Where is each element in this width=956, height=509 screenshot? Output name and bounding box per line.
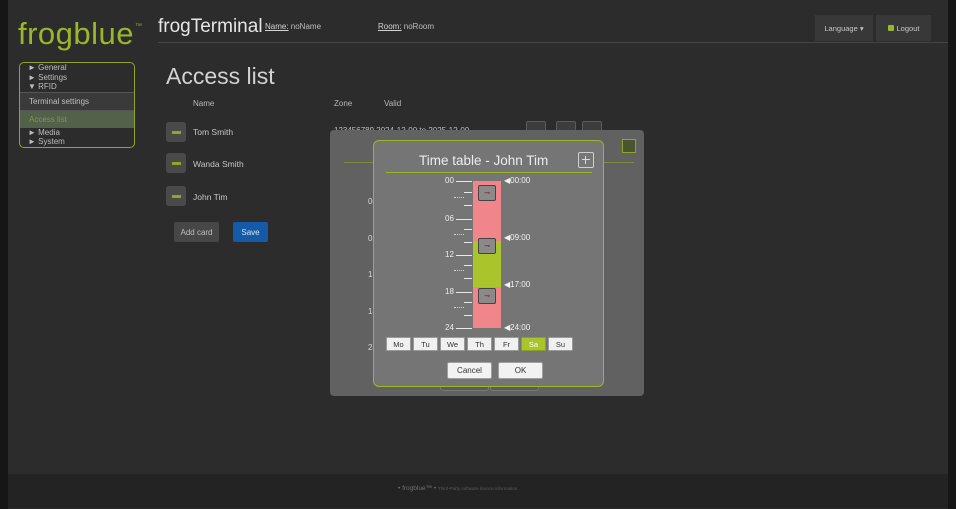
column-header-valid: Valid bbox=[384, 99, 402, 108]
room-label: Room: bbox=[378, 22, 402, 31]
device-room: Room: noRoom bbox=[378, 22, 434, 31]
sidebar-item-rfid[interactable]: ▼ RFID bbox=[20, 82, 134, 92]
column-header-name: Name bbox=[193, 99, 215, 108]
scale-tick bbox=[456, 219, 472, 220]
day-button-th[interactable]: Th bbox=[467, 337, 492, 351]
table-row-name: Tom Smith bbox=[193, 127, 234, 137]
day-button-mo[interactable]: Mo bbox=[386, 337, 411, 351]
name-value: noName bbox=[288, 22, 322, 31]
license-link[interactable]: Third-Party software licence information bbox=[438, 486, 517, 491]
scale-tick bbox=[456, 292, 472, 293]
cancel-button[interactable]: Cancel bbox=[447, 362, 492, 379]
sidebar-item-general[interactable]: ► General bbox=[20, 63, 134, 73]
card-icon[interactable] bbox=[166, 186, 186, 206]
dialog-divider bbox=[386, 172, 592, 173]
time-bar[interactable]: ⊸ ⊸ ⊸ bbox=[473, 181, 501, 328]
close-icon[interactable] bbox=[578, 152, 594, 168]
day-button-sa[interactable]: Sa bbox=[521, 337, 546, 351]
key-icon[interactable]: ⊸ bbox=[478, 185, 496, 201]
scale-dots bbox=[454, 307, 464, 309]
sidebar-item-settings[interactable]: ► Settings bbox=[20, 73, 134, 83]
language-dropdown[interactable]: Language ▾ bbox=[815, 15, 873, 41]
name-label: Name: bbox=[265, 22, 289, 31]
scale-tick bbox=[464, 265, 472, 266]
ok-button[interactable]: OK bbox=[498, 362, 543, 379]
scale-tick bbox=[464, 278, 472, 279]
scale-dots bbox=[454, 197, 464, 199]
lock-icon bbox=[887, 25, 894, 31]
time-marker[interactable]: ◀00:00 bbox=[504, 176, 530, 185]
scale-tick bbox=[456, 255, 472, 256]
add-card-button[interactable]: Add card bbox=[174, 222, 219, 242]
scale-label: 06 bbox=[445, 214, 454, 223]
day-button-su[interactable]: Su bbox=[548, 337, 573, 351]
scale-tick bbox=[456, 181, 472, 182]
device-name: Name: noName bbox=[265, 22, 321, 31]
sidebar-item-terminal-settings[interactable]: Terminal settings bbox=[20, 91, 134, 110]
page-title: Access list bbox=[166, 63, 275, 89]
footer-text: • frogblue™ • Third-Party software licen… bbox=[398, 485, 517, 492]
column-header-zone: Zone bbox=[334, 99, 353, 108]
save-button[interactable]: Save bbox=[233, 222, 268, 242]
scale-label: 24 bbox=[445, 323, 454, 332]
scale-tick bbox=[464, 229, 472, 230]
sidebar-item-system[interactable]: ► System bbox=[20, 137, 134, 147]
scale-tick bbox=[464, 192, 472, 193]
scale-label: 12 bbox=[445, 250, 454, 259]
sidebar-item-media[interactable]: ► Media bbox=[20, 128, 134, 138]
app-title: frogTerminal bbox=[158, 16, 263, 37]
scale-tick bbox=[464, 242, 472, 243]
time-marker[interactable]: ◀17:00 bbox=[504, 280, 530, 289]
day-button-tu[interactable]: Tu bbox=[413, 337, 438, 351]
scale-dots bbox=[454, 234, 464, 236]
logo-trademark: ™ bbox=[135, 23, 143, 30]
sidebar-item-access-list[interactable]: Access list bbox=[20, 109, 134, 128]
calendar-icon bbox=[622, 139, 636, 153]
scale-tick bbox=[464, 205, 472, 206]
header-bar: frogTerminal Name: noName Room: noRoom L… bbox=[158, 6, 948, 43]
logo-text: frogblue bbox=[18, 16, 135, 51]
logout-label: Logout bbox=[896, 23, 920, 33]
scale-label: 18 bbox=[445, 287, 454, 296]
key-icon[interactable]: ⊸ bbox=[478, 288, 496, 304]
time-marker[interactable]: ◀09:00 bbox=[504, 233, 530, 242]
table-row-name: Wanda Smith bbox=[193, 159, 244, 169]
scale-tick bbox=[456, 328, 472, 329]
scale-tick bbox=[464, 315, 472, 316]
card-icon[interactable] bbox=[166, 153, 186, 173]
frogblue-logo: frogblue™ bbox=[18, 18, 142, 49]
scale-dots bbox=[454, 270, 464, 272]
app-page: frogblue™ frogTerminal Name: noName Room… bbox=[8, 0, 948, 509]
key-icon[interactable]: ⊸ bbox=[478, 238, 496, 254]
day-button-we[interactable]: We bbox=[440, 337, 465, 351]
logout-button[interactable]: Logout bbox=[876, 15, 931, 41]
card-icon[interactable] bbox=[166, 122, 186, 142]
footer-brand: • frogblue™ • bbox=[398, 485, 437, 492]
scale-label: 00 bbox=[445, 176, 454, 185]
dialog-title: Time table - John Tim bbox=[419, 153, 549, 168]
sidebar-nav: ► General ► Settings ▼ RFID Terminal set… bbox=[19, 62, 135, 148]
room-value: noRoom bbox=[401, 22, 435, 31]
time-marker[interactable]: ◀24:00 bbox=[504, 323, 530, 332]
table-row-name: John Tim bbox=[193, 192, 228, 202]
time-table-dialog: Time table - John Tim 00 06 12 18 24 ⊸ ⊸… bbox=[373, 140, 604, 387]
weekday-selector: Mo Tu We Th Fr Sa Su bbox=[386, 337, 573, 351]
day-button-fr[interactable]: Fr bbox=[494, 337, 519, 351]
scale-tick bbox=[464, 302, 472, 303]
